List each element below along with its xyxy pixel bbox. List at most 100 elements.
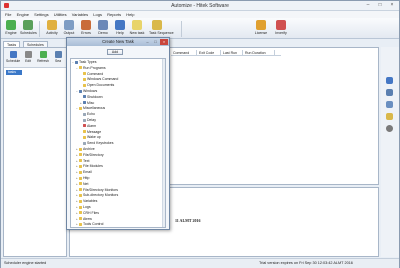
dialog-minimize-button[interactable]: – [144, 39, 151, 45]
ribbon-label: Output [63, 31, 75, 35]
edit-icon [24, 51, 32, 58]
task-type-icon [79, 170, 82, 174]
tree-item[interactable]: + Archive [76, 147, 95, 152]
tree-item[interactable]: Message [80, 130, 101, 135]
search-icon [54, 51, 62, 58]
tree-item-label: File Modules [83, 164, 103, 169]
tree-item[interactable]: + Sub-directory Monitors [76, 193, 118, 198]
task-type-icon [79, 106, 82, 110]
activity-icon [47, 20, 57, 30]
tree-item[interactable]: + File Modules [76, 164, 103, 169]
menu-engine[interactable]: Engine [17, 12, 29, 17]
export-icon[interactable] [386, 101, 393, 108]
inverify-button[interactable]: Inverify [273, 20, 289, 38]
menu-utilities[interactable]: Utilities [54, 12, 67, 17]
tree-item[interactable]: Command [80, 72, 103, 77]
activity-button[interactable]: Activity [44, 20, 60, 38]
tree-item[interactable]: Send Keystrokes [80, 141, 113, 146]
tree-item[interactable]: Wake up [80, 135, 101, 140]
menu-help[interactable]: Help [126, 12, 134, 17]
tree-item[interactable]: + Tools Control [76, 222, 103, 227]
tree-item[interactable]: + Misc [80, 101, 94, 106]
tree-item[interactable]: Shutdown [80, 95, 103, 100]
tree-item[interactable]: Delay [80, 118, 96, 123]
task-sequence-icon [152, 20, 162, 30]
tree-item-label: Echo [87, 112, 95, 117]
tree-item[interactable]: + Http [76, 176, 89, 181]
ribbon-label: New task [129, 31, 145, 35]
tree-item-label: Archive [83, 147, 95, 151]
output-button[interactable]: Output [61, 20, 77, 38]
dialog-close-button[interactable]: × [160, 39, 168, 45]
stop-icon[interactable] [386, 125, 393, 132]
tree-item[interactable]: − Run Programs [76, 66, 106, 71]
grid-header: Command Exit Code Last Run Run Duration [171, 50, 281, 56]
add-button[interactable]: Add [107, 49, 123, 55]
task-type-icon [79, 188, 82, 192]
tree-item[interactable]: + Email [76, 170, 92, 175]
ribbon-label: Task Sequence [149, 31, 174, 35]
task-type-icon [79, 211, 82, 215]
col-last-run[interactable]: Last Run [221, 50, 243, 56]
task-type-tree: − Task Types − Run Programs Command Windows C… [70, 58, 166, 228]
close-button[interactable]: × [387, 2, 397, 9]
col-command[interactable]: Command [171, 50, 197, 56]
app-window: Automize - Hitek Software – □ × File Eng… [0, 0, 400, 268]
engine-button[interactable]: Engine [3, 20, 19, 38]
tree-item[interactable]: + Variables [76, 199, 97, 204]
task-type-icon [79, 153, 82, 157]
tree-item[interactable]: Alarm [80, 124, 96, 129]
task-sequence-button[interactable]: Task Sequence [149, 20, 174, 38]
tree-item[interactable]: Echo [80, 112, 95, 117]
tree-item-label: Alarm [87, 123, 97, 128]
task-type-icon [79, 193, 82, 197]
edit-button[interactable]: Edit [21, 51, 35, 63]
menu-reports[interactable]: Reports [107, 12, 121, 17]
tree-item[interactable]: + Net [76, 182, 88, 187]
tree-item[interactable]: Windows Command [80, 77, 118, 82]
ribbon-label: Demo [98, 31, 108, 35]
col-run-duration[interactable]: Run Duration [243, 50, 275, 56]
tree-item[interactable]: + File/Directory [76, 153, 104, 158]
demo-button[interactable]: Demo [95, 20, 111, 38]
menu-settings[interactable]: Settings [34, 12, 48, 17]
schedules-button[interactable]: Schedules [20, 20, 37, 38]
tasks-tree-root[interactable]: tasks [6, 70, 22, 75]
errors-button[interactable]: Errors [78, 20, 94, 38]
tree-item[interactable]: + CRH Files [76, 211, 99, 216]
dialog-maximize-button[interactable]: □ [152, 39, 159, 45]
tree-item-label: Text [83, 158, 90, 163]
license-icon [256, 20, 266, 30]
minimize-button[interactable]: – [363, 2, 373, 9]
tree-item[interactable]: + File/Directory Monitors [76, 188, 118, 193]
view-icon[interactable] [386, 89, 393, 96]
maximize-button[interactable]: □ [375, 2, 385, 9]
tree-item[interactable]: + Atrew [76, 217, 92, 222]
title-bar: Automize - Hitek Software – □ × [1, 1, 399, 11]
task-type-icon [83, 135, 86, 139]
col-exit-code[interactable]: Exit Code [197, 50, 221, 56]
tree-item[interactable]: + Logs [76, 205, 91, 210]
help-button[interactable]: Help [112, 20, 128, 38]
menu-file[interactable]: File [5, 12, 11, 17]
tree-scrollbar[interactable] [162, 59, 165, 227]
right-toolbar [381, 47, 399, 257]
task-type-icon [75, 60, 78, 64]
tree-item[interactable]: − Miscellaneous [76, 106, 105, 111]
sea-button[interactable]: Sea [51, 51, 65, 63]
tree-item[interactable]: + Text [76, 159, 89, 164]
filter-icon[interactable] [386, 113, 393, 120]
tree-item-label: Command [87, 71, 104, 76]
new-task-button[interactable]: New task [129, 20, 145, 38]
task-type-icon [79, 205, 82, 209]
tree-item[interactable]: − Windows [76, 89, 97, 94]
tree-item[interactable]: Open Documents [80, 83, 114, 88]
task-type-icon [83, 72, 86, 76]
schedule-button[interactable]: Schedule [6, 51, 20, 63]
refresh-icon[interactable] [386, 77, 393, 84]
menu-variables[interactable]: Variables [72, 12, 88, 17]
license-button[interactable]: License [253, 20, 269, 38]
refresh-button[interactable]: Refresh [36, 51, 50, 63]
menu-logs[interactable]: Logs [93, 12, 102, 17]
tree-item[interactable]: − Task Types [72, 60, 96, 65]
